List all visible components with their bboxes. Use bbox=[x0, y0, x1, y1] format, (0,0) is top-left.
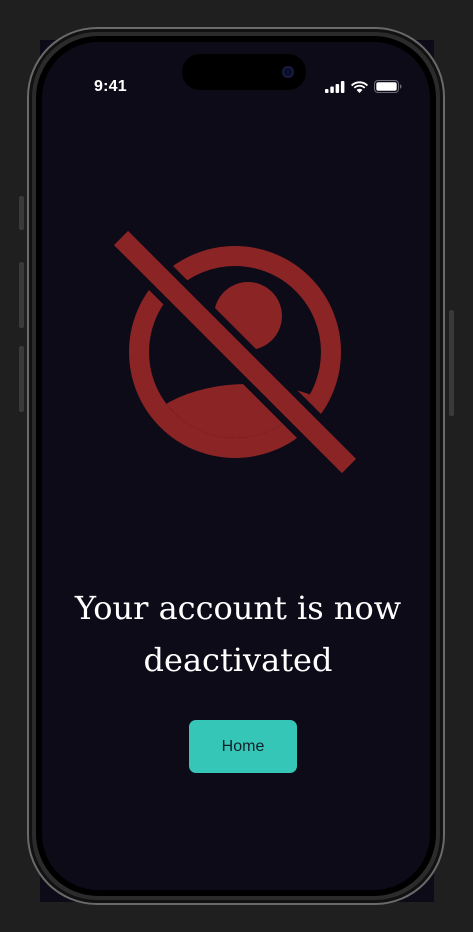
volume-up-button bbox=[19, 262, 24, 328]
home-button[interactable]: Home bbox=[189, 720, 297, 773]
phone-bezel: 9:41 Your account is now deactivated Hom… bbox=[36, 36, 436, 896]
status-icons bbox=[325, 80, 402, 93]
phone-frame: 9:41 Your account is now deactivated Hom… bbox=[27, 27, 445, 905]
wifi-icon bbox=[351, 80, 368, 93]
screen: 9:41 Your account is now deactivated Hom… bbox=[42, 42, 430, 890]
user-slash-icon bbox=[108, 225, 362, 479]
volume-down-button bbox=[19, 346, 24, 412]
status-bar: 9:41 bbox=[42, 42, 430, 102]
battery-icon bbox=[374, 80, 402, 93]
dynamic-island bbox=[182, 54, 306, 90]
deactivation-message: Your account is now deactivated bbox=[74, 589, 402, 679]
camera-icon bbox=[282, 66, 294, 78]
power-button bbox=[449, 310, 454, 416]
status-time: 9:41 bbox=[94, 78, 127, 95]
silent-switch bbox=[19, 196, 24, 230]
cellular-signal-icon bbox=[325, 80, 345, 93]
